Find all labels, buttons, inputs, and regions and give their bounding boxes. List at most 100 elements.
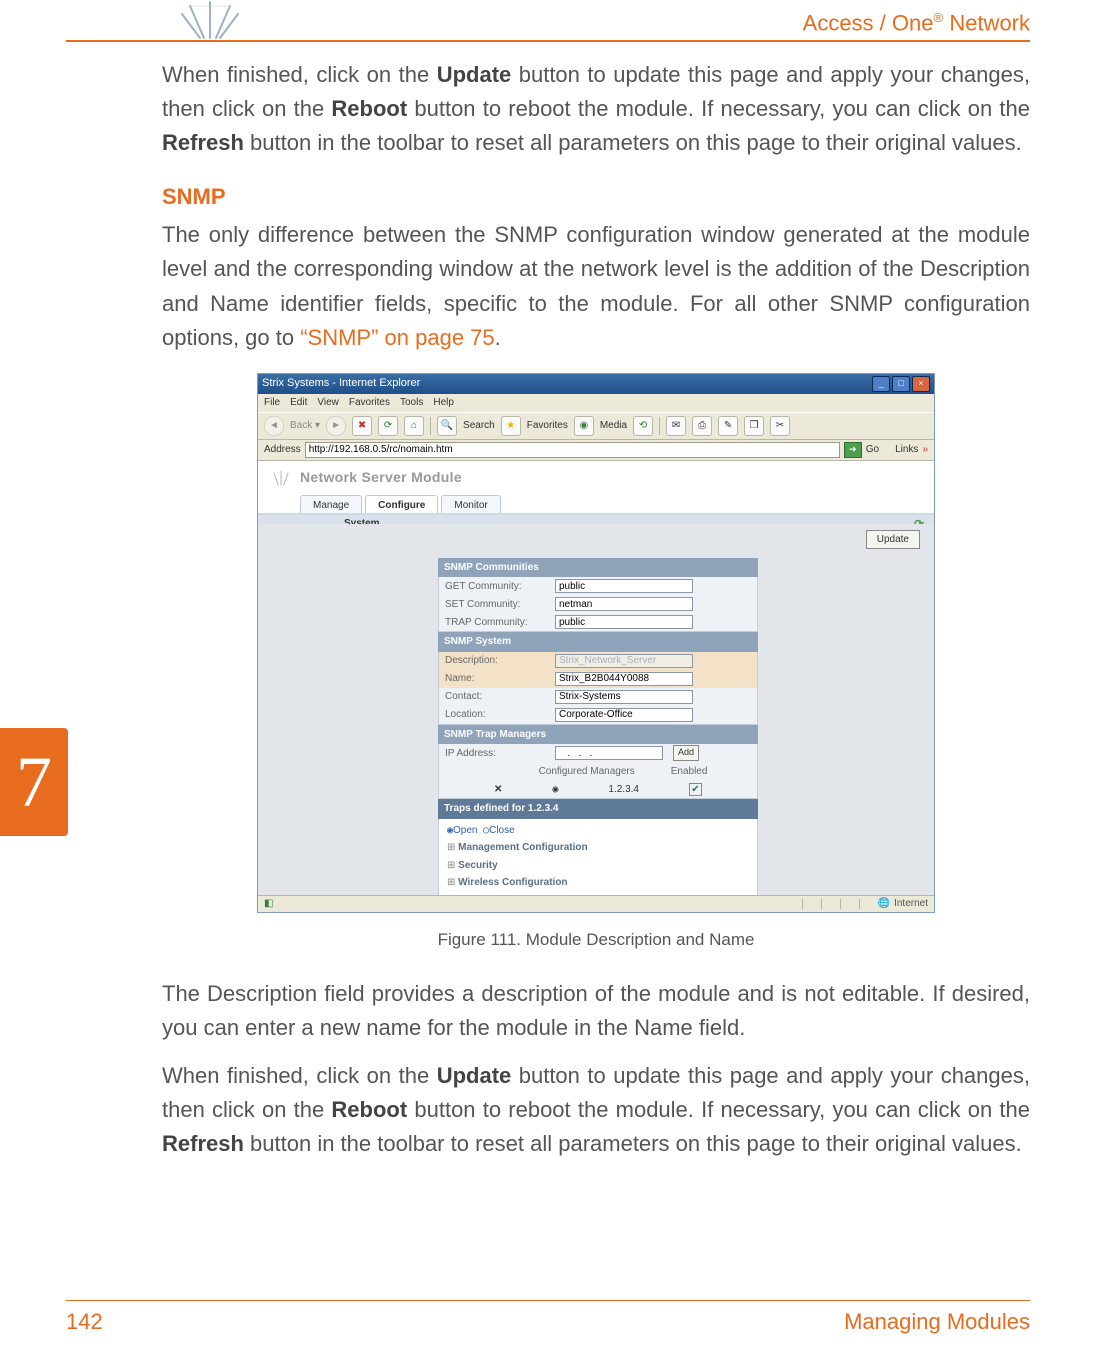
label-name: Name: <box>445 671 549 687</box>
input-trap-community[interactable] <box>555 615 693 629</box>
menu-file[interactable]: File <box>264 395 280 411</box>
menu-view[interactable]: View <box>317 395 339 411</box>
section-snmp-system: SNMP System <box>438 632 758 652</box>
traps-node-security[interactable]: Security <box>447 858 749 874</box>
delete-manager-icon[interactable]: ✕ <box>494 782 502 798</box>
edit-icon[interactable]: ✎ <box>718 416 738 436</box>
label-contact: Contact: <box>445 689 549 705</box>
back-icon[interactable]: ◄ <box>264 416 284 436</box>
link-snmp-page-75[interactable]: “SNMP” on page 75 <box>300 325 494 350</box>
traps-node-wireless[interactable]: Wireless Configuration <box>447 875 749 891</box>
home-icon[interactable]: ⌂ <box>404 416 424 436</box>
links-label[interactable]: Links <box>895 442 918 458</box>
header-logo <box>178 0 242 40</box>
browser-toolbar: ◄Back ▾ ► ✖ ⟳ ⌂ 🔍 Search ★ Favorites ◉ M… <box>258 412 934 440</box>
extra-tool-icon[interactable]: ✂ <box>770 416 790 436</box>
manager-ip: 1.2.3.4 <box>608 782 639 798</box>
section-traps-defined: Traps defined for 1.2.3.4 <box>438 799 758 819</box>
input-ip-address[interactable] <box>555 746 663 760</box>
address-bar: Address ➜ Go Links » <box>258 440 934 461</box>
label-trap-community: TRAP Community: <box>445 615 549 631</box>
minimize-icon[interactable]: _ <box>872 376 890 392</box>
search-icon[interactable]: 🔍 <box>437 416 457 436</box>
label-set-community: SET Community: <box>445 597 549 613</box>
footer-rule <box>66 1300 1030 1301</box>
status-bar: ◧ 🌐 Internet <box>258 895 934 912</box>
stop-icon[interactable]: ✖ <box>352 416 372 436</box>
page-banner: Network Server Module <box>258 461 934 495</box>
close-icon[interactable]: × <box>912 376 930 392</box>
window-title: Strix Systems - Internet Explorer <box>262 375 420 392</box>
refresh-keyword-2: Refresh <box>162 1131 244 1156</box>
chapter-number-tab: 7 <box>0 728 68 836</box>
input-set-community[interactable] <box>555 597 693 611</box>
input-location[interactable] <box>555 708 693 722</box>
favorites-icon[interactable]: ★ <box>501 416 521 436</box>
status-page-icon: ◧ <box>264 896 273 912</box>
update-button[interactable]: Update <box>866 530 920 550</box>
label-description: Description: <box>445 653 549 669</box>
input-get-community[interactable] <box>555 579 693 593</box>
window-titlebar[interactable]: Strix Systems - Internet Explorer _ □ × <box>258 374 934 394</box>
go-label[interactable]: Go <box>866 442 879 458</box>
strix-logo-icon <box>272 469 290 487</box>
registered-mark: ® <box>933 10 943 25</box>
menu-tools[interactable]: Tools <box>400 395 423 411</box>
history-icon[interactable]: ⟲ <box>633 416 653 436</box>
menu-help[interactable]: Help <box>433 395 454 411</box>
header-rule <box>66 40 1030 42</box>
label-ip-address: IP Address: <box>445 746 549 762</box>
header-title-suffix: Network <box>943 10 1030 35</box>
toolbar-favorites-label[interactable]: Favorites <box>527 418 568 434</box>
refresh-browser-icon[interactable]: ⟳ <box>378 416 398 436</box>
col-enabled: Enabled <box>671 764 708 780</box>
paragraph-update-instructions-top: When finished, click on the Update butto… <box>162 58 1030 160</box>
enabled-checkbox[interactable]: ✔ <box>689 783 702 796</box>
section-snmp-trap-managers: SNMP Trap Managers <box>438 725 758 745</box>
header-title: Access / One® Network <box>803 10 1030 36</box>
paragraph-snmp-intro: The only difference between the SNMP con… <box>162 218 1030 354</box>
update-keyword: Update <box>437 62 512 87</box>
forward-icon[interactable]: ► <box>326 416 346 436</box>
tab-configure[interactable]: Configure <box>365 495 438 513</box>
internet-zone-icon: 🌐 <box>878 896 890 912</box>
tab-monitor[interactable]: Monitor <box>441 495 500 513</box>
menu-edit[interactable]: Edit <box>290 395 307 411</box>
snmp-panel: SNMP Communities GET Community: SET Comm… <box>438 558 758 896</box>
tab-manage[interactable]: Manage <box>300 495 362 513</box>
input-description <box>555 654 693 668</box>
page-content: When finished, click on the Update butto… <box>162 58 1030 1176</box>
status-zone-label: Internet <box>894 896 928 912</box>
maximize-icon[interactable]: □ <box>892 376 910 392</box>
label-get-community: GET Community: <box>445 579 549 595</box>
input-name[interactable] <box>555 672 693 686</box>
col-configured-managers: Configured Managers <box>539 764 635 780</box>
reboot-keyword: Reboot <box>331 96 407 121</box>
add-button[interactable]: Add <box>673 745 699 761</box>
screenshot-ie-snmp-window: Strix Systems - Internet Explorer _ □ × … <box>257 373 935 913</box>
discuss-icon[interactable]: ❐ <box>744 416 764 436</box>
toolbar-media-label[interactable]: Media <box>600 418 627 434</box>
media-icon[interactable]: ◉ <box>574 416 594 436</box>
section-snmp-communities: SNMP Communities <box>438 558 758 578</box>
traps-open-close[interactable]: ◉Open ○Close <box>447 823 749 839</box>
traps-body: ◉Open ○Close Management Configuration Se… <box>438 819 758 896</box>
paragraph-update-instructions-bottom: When finished, click on the Update butto… <box>162 1059 1030 1161</box>
mail-icon[interactable]: ✉ <box>666 416 686 436</box>
go-button-icon[interactable]: ➜ <box>844 442 862 458</box>
refresh-keyword: Refresh <box>162 130 244 155</box>
figure-caption: Figure 111. Module Description and Name <box>162 927 1030 953</box>
config-canvas: Update SNMP Communities GET Community: S… <box>258 524 934 896</box>
url-input[interactable] <box>305 442 840 458</box>
label-location: Location: <box>445 707 549 723</box>
menu-favorites[interactable]: Favorites <box>349 395 390 411</box>
print-icon[interactable]: ⎙ <box>692 416 712 436</box>
traps-node-mgmt[interactable]: Management Configuration <box>447 840 749 856</box>
page-title: Network Server Module <box>300 467 462 489</box>
select-manager-radio[interactable]: ◉ <box>552 782 558 798</box>
reboot-keyword-2: Reboot <box>331 1097 407 1122</box>
toolbar-search-label[interactable]: Search <box>463 418 495 434</box>
input-contact[interactable] <box>555 690 693 704</box>
links-chevron-icon[interactable]: » <box>922 442 928 458</box>
page-number: 142 <box>66 1309 103 1335</box>
